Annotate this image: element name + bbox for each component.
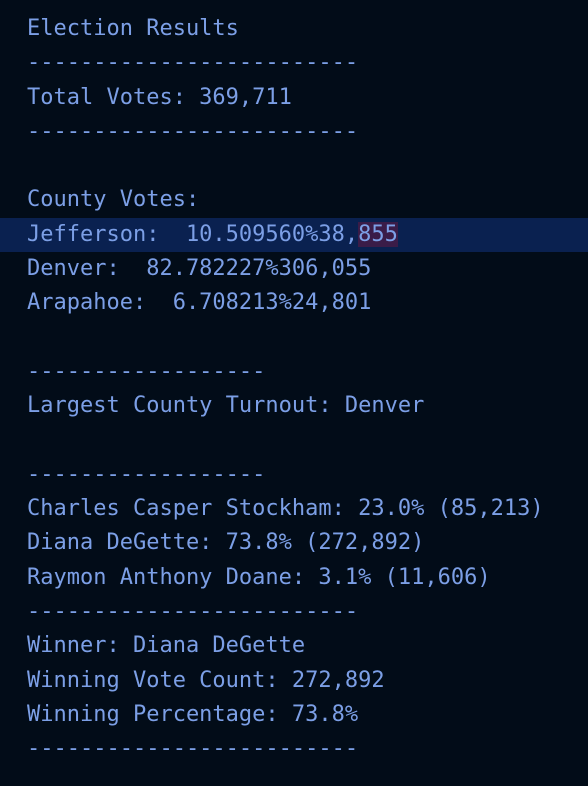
separator-line: ------------------------- (27, 118, 359, 144)
separator-line: ------------------------- (27, 736, 359, 762)
separator-line: ------------------ (27, 461, 266, 487)
winning-vote-count-line: Winning Vote Count: 272,892 (27, 667, 385, 693)
separator-line: ------------------ (27, 358, 266, 384)
winner-line: Winner: Diana DeGette (27, 633, 306, 659)
county-line-text: Jefferson: 10.509560%38, (27, 221, 359, 247)
candidate-line: Diana DeGette: 73.8% (272,892) (27, 530, 425, 556)
candidate-line: Charles Casper Stockham: 23.0% (85,213) (27, 496, 544, 522)
separator-line: ------------------------- (27, 50, 359, 76)
separator-line: ------------------------- (27, 599, 359, 625)
report-title: Election Results (27, 16, 239, 41)
county-line-arapahoe: Arapahoe: 6.708213%24,801 (27, 290, 372, 316)
text-selection: 855 (358, 221, 398, 247)
total-votes-line: Total Votes: 369,711 (27, 84, 292, 110)
winning-percentage-line: Winning Percentage: 73.8% (27, 701, 359, 727)
county-votes-header: County Votes: (27, 187, 200, 213)
text-editor[interactable]: Election Results -----------------------… (0, 12, 588, 767)
candidate-line: Raymon Anthony Doane: 3.1% (11,606) (27, 564, 491, 590)
largest-county-line: Largest County Turnout: Denver (27, 393, 425, 419)
county-line-jefferson: Jefferson: 10.509560%38,855 (0, 217, 588, 253)
county-line-denver: Denver: 82.782227%306,055 (27, 256, 372, 282)
